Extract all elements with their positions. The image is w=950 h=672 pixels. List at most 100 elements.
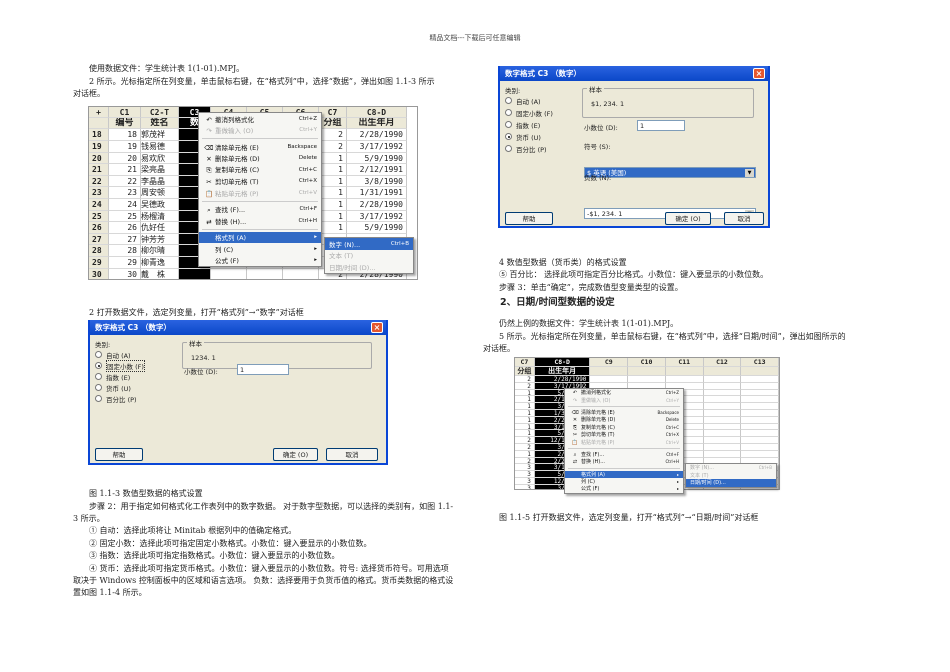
cell[interactable]: 3	[515, 477, 535, 485]
radio-button[interactable]	[95, 351, 102, 358]
cancel-button[interactable]: 取消	[326, 448, 378, 461]
cell[interactable]	[703, 376, 742, 383]
column-name[interactable]	[665, 367, 704, 376]
radio-button[interactable]	[95, 384, 102, 391]
cell[interactable]: 杨榴清	[141, 210, 179, 223]
row-number[interactable]: 27	[89, 233, 109, 246]
radio-option[interactable]: 指数 (E)	[95, 371, 130, 382]
radio-button[interactable]	[505, 97, 512, 104]
radio-option[interactable]: 固定小数 (F)	[95, 359, 145, 372]
cell[interactable]	[703, 389, 742, 397]
help-button[interactable]: 帮助	[505, 212, 553, 225]
cell[interactable]: 19	[109, 140, 141, 153]
cell[interactable]: 1	[515, 409, 535, 417]
cell[interactable]	[741, 423, 779, 431]
column-header[interactable]: C10	[628, 358, 666, 367]
cell[interactable]: 3	[515, 484, 535, 489]
cell[interactable]: 吴德政	[141, 198, 179, 211]
cell[interactable]: 2	[515, 376, 535, 383]
cell[interactable]: 23	[109, 187, 141, 199]
cell[interactable]: 1	[515, 403, 535, 410]
cell[interactable]: 郭茂祥	[141, 129, 179, 141]
radio-option[interactable]: 百分比 (P)	[505, 143, 547, 154]
cell[interactable]: 21	[109, 164, 141, 176]
column-header[interactable]: C2-T	[141, 107, 179, 119]
cell[interactable]: 3	[515, 464, 535, 472]
menu-item[interactable]: 数字 (N)... Ctrl+B	[686, 464, 776, 472]
menu-item[interactable]: ⎘ 复制单元格 (C) Ctrl+C	[199, 164, 321, 176]
menu-item[interactable]: ⌫清除单元格 (E) Backspace	[565, 409, 683, 416]
cell[interactable]	[179, 268, 211, 279]
cell[interactable]	[703, 430, 742, 438]
cell[interactable]	[703, 416, 742, 424]
menu-item[interactable]: ↷ 重做输入 (O) Ctrl+Y	[199, 125, 321, 137]
cell[interactable]: 26	[109, 222, 141, 234]
menu-item[interactable]: ⌕ 查找 (F)... Ctrl+F	[565, 451, 683, 458]
cell[interactable]: 1	[515, 396, 535, 404]
column-name[interactable]: 分组	[319, 118, 347, 130]
close-icon[interactable]: ×	[753, 68, 765, 79]
menu-item[interactable]: ✕ 删除单元格 (D) Delete	[565, 416, 683, 423]
cell[interactable]	[741, 443, 779, 451]
menu-item[interactable]: ✕ 删除单元格 (D) Delete	[199, 153, 321, 165]
cell[interactable]: 易欢欣	[141, 152, 179, 165]
cell[interactable]	[741, 396, 779, 404]
menu-item[interactable]: ⇄ 替换 (H)... Ctrl+H	[199, 215, 321, 227]
column-header[interactable]: C13	[741, 358, 779, 367]
cell[interactable]: 2/28/1990	[534, 376, 591, 383]
column-header[interactable]: +	[89, 107, 109, 119]
menu-item[interactable]: ✂ 剪切单元格 (T) Ctrl+X	[565, 431, 683, 438]
cell[interactable]: 2	[319, 140, 347, 153]
cell[interactable]: 2	[515, 457, 535, 465]
row-number[interactable]: 18	[89, 129, 109, 141]
menu-item[interactable]: 📋 粘贴单元格 (P) Ctrl+V	[565, 438, 683, 446]
cell[interactable]: 22	[109, 175, 141, 188]
cell[interactable]: 1	[319, 187, 347, 199]
cell[interactable]: 1	[515, 450, 535, 458]
cell[interactable]: 1	[515, 416, 535, 424]
radio-option[interactable]: 固定小数 (F)	[505, 107, 553, 118]
decimals-input[interactable]: 1	[637, 120, 685, 131]
cell[interactable]: 1	[515, 389, 535, 397]
column-header[interactable]: C8-D	[534, 358, 591, 367]
cell[interactable]: 5/9/1990	[347, 152, 407, 165]
cell[interactable]: 梁亮晶	[141, 164, 179, 176]
ok-button[interactable]: 确定 (O)	[665, 212, 711, 225]
menu-item[interactable]: ⇄ 替换 (H)... Ctrl+H	[565, 458, 683, 465]
row-number[interactable]: 30	[89, 268, 109, 279]
cell[interactable]: 1	[319, 222, 347, 234]
radio-option[interactable]: 百分比 (P)	[95, 393, 137, 404]
cell[interactable]: 3/8/1990	[347, 175, 407, 188]
row-number[interactable]: 28	[89, 245, 109, 257]
column-name[interactable]	[590, 367, 629, 376]
ok-button[interactable]: 确定 (O)	[273, 448, 318, 461]
menu-item[interactable]: ✂ 剪切单元格 (T) Ctrl+X	[199, 176, 321, 188]
radio-button[interactable]	[505, 145, 512, 152]
menu-item[interactable]: ↷ 重做输入 (O) Ctrl+Y	[565, 396, 683, 404]
cell[interactable]	[741, 450, 779, 458]
column-header[interactable]: C9	[590, 358, 629, 367]
cell[interactable]	[665, 376, 704, 383]
cell[interactable]: 1	[319, 175, 347, 188]
cell[interactable]	[628, 376, 666, 383]
cell[interactable]: 20	[109, 152, 141, 165]
column-header[interactable]: C7	[515, 358, 535, 367]
cell[interactable]	[703, 403, 742, 410]
radio-button[interactable]	[95, 373, 102, 380]
menu-item[interactable]: 公式 (F) ▸	[199, 255, 321, 267]
chevron-down-icon[interactable]: ▼	[745, 169, 754, 177]
row-number[interactable]: 26	[89, 222, 109, 234]
cell[interactable]: 3	[515, 471, 535, 478]
radio-option[interactable]: 货币 (U)	[505, 131, 541, 142]
help-button[interactable]: 帮助	[95, 448, 143, 461]
cell[interactable]	[703, 443, 742, 451]
menu-item[interactable]: 格式列 (A) ▸	[199, 231, 321, 243]
radio-option[interactable]: 指数 (E)	[505, 119, 540, 130]
radio-button[interactable]	[505, 109, 512, 116]
cell[interactable]: 27	[109, 233, 141, 246]
menu-item[interactable]: 📋 粘贴单元格 (P) Ctrl+V	[199, 187, 321, 199]
radio-button[interactable]	[505, 121, 512, 128]
cell[interactable]: 28	[109, 245, 141, 257]
menu-item[interactable]: 数字 (N)... Ctrl+B	[325, 238, 413, 250]
cell[interactable]	[590, 376, 629, 383]
